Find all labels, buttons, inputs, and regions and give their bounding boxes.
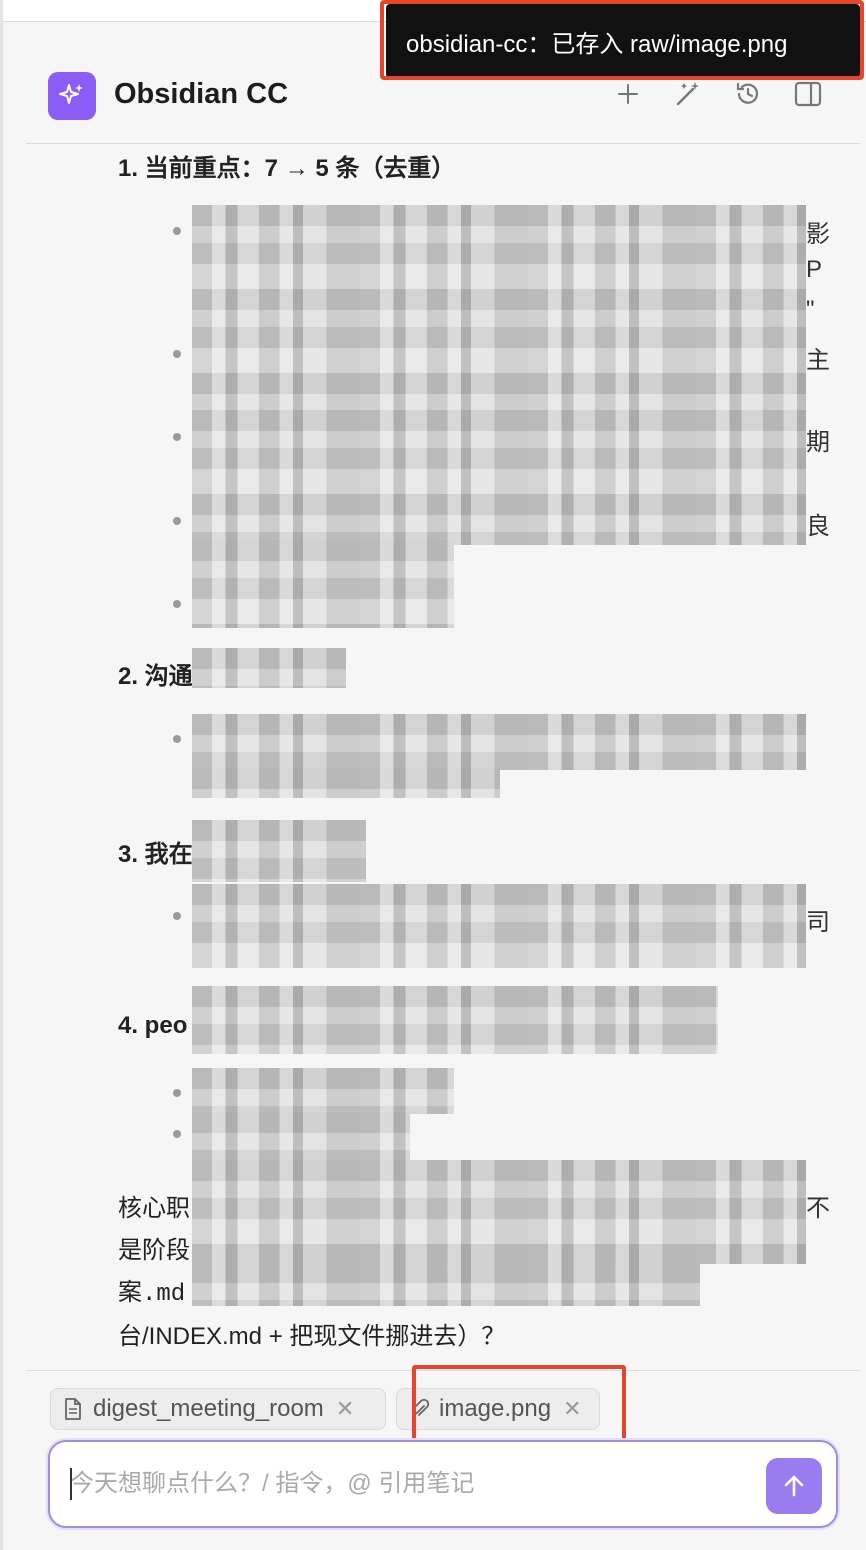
magic-wand-button[interactable] xyxy=(670,76,706,112)
paragraph-line-1: 核心职 xyxy=(118,1195,190,1222)
redacted-block xyxy=(192,884,806,968)
list-bullet xyxy=(173,433,181,441)
new-chat-button[interactable] xyxy=(610,76,646,112)
partial-text: 良 xyxy=(806,513,830,540)
redacted-block xyxy=(192,648,346,688)
redacted-block xyxy=(192,714,806,770)
paragraph-line-3: 案.md xyxy=(118,1281,186,1308)
partial-text: 不 xyxy=(806,1195,830,1222)
list-bullet xyxy=(173,227,181,235)
app-title: Obsidian CC xyxy=(114,78,289,110)
plus-icon xyxy=(618,84,638,104)
document-icon xyxy=(63,1397,83,1421)
paragraph-line-2: 是阶段 xyxy=(118,1237,190,1264)
chat-composer xyxy=(48,1440,838,1528)
sidebar-toggle-button[interactable] xyxy=(790,76,826,112)
heading-4: 4. peo xyxy=(118,1012,188,1039)
list-bullet xyxy=(173,1130,181,1138)
partial-text: 期 xyxy=(806,429,830,456)
header-divider xyxy=(26,143,860,144)
heading-1: 1. 当前重点：7 → 5 条（去重） xyxy=(118,155,456,182)
attachment-chip-note[interactable]: digest_meeting_room ✕ xyxy=(50,1388,386,1430)
sidebar-icon xyxy=(794,81,822,107)
redacted-block xyxy=(192,1160,806,1264)
attachment-name: digest_meeting_room xyxy=(93,1395,324,1422)
list-bullet xyxy=(173,1089,181,1097)
partial-text: 影 xyxy=(806,221,830,248)
partial-text: P xyxy=(806,256,823,283)
heading-2: 2. 沟通 xyxy=(118,663,193,690)
partial-text: 主 xyxy=(806,347,830,374)
redacted-block xyxy=(192,820,366,882)
history-button[interactable] xyxy=(730,76,766,112)
toast-highlight-box xyxy=(380,0,864,80)
text-caret xyxy=(70,1468,72,1500)
history-icon xyxy=(736,82,759,104)
redacted-block xyxy=(192,205,806,415)
attachment-highlight-box xyxy=(412,1365,626,1445)
sparkle-logo-icon xyxy=(48,72,96,120)
list-bullet xyxy=(173,600,181,608)
chat-input[interactable] xyxy=(70,1464,750,1504)
list-bullet xyxy=(173,517,181,525)
redacted-block xyxy=(192,410,806,545)
redacted-block xyxy=(192,1112,410,1162)
heading-3: 3. 我在 xyxy=(118,841,193,868)
redacted-block xyxy=(192,540,454,628)
panel-left-border xyxy=(0,0,3,1550)
magic-wand-icon xyxy=(676,82,699,106)
remove-attachment-close-icon[interactable]: ✕ xyxy=(336,1396,354,1422)
partial-text: 司 xyxy=(806,909,830,936)
redacted-block xyxy=(192,1262,700,1306)
list-bullet xyxy=(173,912,181,920)
redacted-block xyxy=(192,986,718,1054)
partial-text: " xyxy=(806,296,815,323)
list-bullet xyxy=(173,350,181,358)
list-bullet xyxy=(173,735,181,743)
redacted-block xyxy=(192,768,500,798)
paragraph-line-4: 台/INDEX.md + 把现文件挪进去）？ xyxy=(118,1323,506,1350)
redacted-block xyxy=(192,1068,454,1114)
arrow-up-icon xyxy=(784,1475,804,1497)
send-button[interactable] xyxy=(766,1458,822,1514)
